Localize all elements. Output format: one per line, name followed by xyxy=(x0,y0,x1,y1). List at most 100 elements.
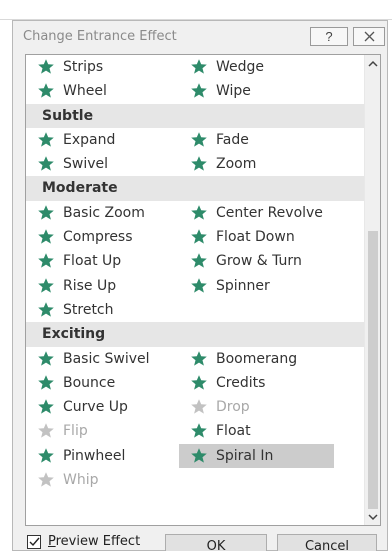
effect-item: Drop xyxy=(179,395,334,419)
effect-label: Grow & Turn xyxy=(216,253,302,270)
effect-label: Spiral In xyxy=(216,447,274,464)
effect-label: Rise Up xyxy=(63,277,117,294)
effect-label: Float Up xyxy=(63,253,122,270)
star-icon xyxy=(38,204,54,220)
effect-label: Wheel xyxy=(63,83,107,100)
effect-label: Spinner xyxy=(216,277,270,294)
star-icon xyxy=(38,253,54,268)
effect-label: Curve Up xyxy=(63,399,128,416)
cancel-button[interactable]: Cancel xyxy=(277,534,377,551)
effect-item[interactable]: Wedge xyxy=(179,55,334,79)
help-button[interactable]: ? xyxy=(310,27,348,46)
star-icon xyxy=(38,132,54,147)
effect-item[interactable]: Bounce xyxy=(34,371,184,395)
effect-label: Stretch xyxy=(63,301,114,318)
effect-row: Basic Swivel Boomerang xyxy=(26,347,365,371)
change-entrance-effect-dialog: Change Entrance Effect ? Strips Wedge Whee… xyxy=(12,20,388,551)
effect-label: Bounce xyxy=(63,374,116,391)
effect-row: Rise Up Spinner xyxy=(26,274,365,298)
effect-item[interactable]: Basic Zoom xyxy=(34,201,184,225)
star-icon xyxy=(38,302,54,317)
star-icon xyxy=(38,375,54,390)
effect-item[interactable]: Swivel xyxy=(34,152,184,176)
star-icon xyxy=(38,59,54,74)
effect-label: Fade xyxy=(216,131,249,148)
effect-item[interactable]: Compress xyxy=(34,225,184,249)
effect-item[interactable]: Wheel xyxy=(34,79,184,103)
star-icon xyxy=(38,229,54,244)
effect-item[interactable]: Strips xyxy=(34,55,184,79)
effect-item[interactable]: Center Revolve xyxy=(179,201,334,225)
effect-row: Bounce Credits xyxy=(26,371,365,395)
check-icon xyxy=(29,537,40,546)
preview-effect-option[interactable]: Preview Effect xyxy=(27,534,140,549)
effect-label: Flip xyxy=(63,423,88,440)
effect-item[interactable]: Curve Up xyxy=(34,395,184,419)
title-bar: Change Entrance Effect ? xyxy=(13,21,387,53)
effect-item[interactable]: Wipe xyxy=(179,79,334,103)
star-icon xyxy=(38,423,54,439)
dialog-title: Change Entrance Effect xyxy=(23,29,177,44)
effect-label: Expand xyxy=(63,131,116,148)
effect-label: Wedge xyxy=(216,59,265,75)
effect-label: Wipe xyxy=(216,83,251,100)
effect-row: Curve Up Drop xyxy=(26,395,365,419)
scroll-down-button[interactable] xyxy=(365,509,380,525)
effect-item[interactable]: Spiral In xyxy=(179,443,334,468)
star-icon xyxy=(191,399,207,414)
preview-effect-checkbox[interactable] xyxy=(27,534,41,549)
effect-row: Swivel Zoom xyxy=(26,152,365,176)
effect-item: Whip xyxy=(34,468,184,492)
effect-item[interactable]: Fade xyxy=(179,128,334,152)
effect-item[interactable]: Rise Up xyxy=(34,274,184,298)
star-icon xyxy=(191,375,207,390)
effect-item[interactable]: Float Down xyxy=(179,225,334,249)
group-header: Exciting xyxy=(26,322,365,347)
star-icon xyxy=(38,83,54,98)
effect-row: Wheel Wipe xyxy=(26,79,365,103)
scroll-up-button[interactable] xyxy=(365,55,380,71)
effect-row: Float Up Grow & Turn xyxy=(26,249,365,273)
effect-item[interactable]: Expand xyxy=(34,128,184,152)
effect-item[interactable]: Pinwheel xyxy=(34,444,184,468)
effect-item: Flip xyxy=(34,419,184,443)
star-icon xyxy=(38,447,54,463)
star-icon xyxy=(191,204,207,220)
effect-item[interactable]: Boomerang xyxy=(179,347,334,371)
effect-row: Stretch xyxy=(26,298,365,322)
question-icon: ? xyxy=(325,29,333,44)
effect-item[interactable]: Spinner xyxy=(179,274,334,298)
star-icon xyxy=(191,277,207,293)
effect-list[interactable]: Strips Wedge Wheel Wipe Subtle Expand Fade Swiv… xyxy=(25,54,381,526)
chevron-down-icon xyxy=(368,513,378,520)
effect-item[interactable]: Float xyxy=(179,419,334,443)
effect-label: Swivel xyxy=(63,156,109,173)
effect-label: Compress xyxy=(63,229,133,246)
effect-row: Basic Zoom Center Revolve xyxy=(26,201,365,225)
effect-item[interactable]: Float Up xyxy=(34,249,184,273)
effect-label: Basic Swivel xyxy=(63,350,150,367)
star-icon xyxy=(191,350,207,366)
scroll-thumb[interactable] xyxy=(368,231,378,509)
close-button[interactable] xyxy=(353,27,385,46)
star-icon xyxy=(38,350,54,366)
effect-label: Pinwheel xyxy=(63,447,126,464)
effect-item[interactable]: Grow & Turn xyxy=(179,249,334,273)
effect-item[interactable]: Stretch xyxy=(34,298,184,322)
vertical-scrollbar[interactable] xyxy=(364,55,380,525)
star-icon xyxy=(38,472,54,487)
star-icon xyxy=(191,253,207,268)
ok-button[interactable]: OK xyxy=(165,534,267,551)
effect-label: Drop xyxy=(216,399,250,416)
effect-row: Strips Wedge xyxy=(26,55,365,79)
effect-item[interactable]: Credits xyxy=(179,371,334,395)
effect-label: Float Down xyxy=(216,229,295,246)
background-strip xyxy=(0,0,392,20)
star-icon xyxy=(191,83,207,98)
star-icon xyxy=(191,132,207,147)
effect-item[interactable]: Zoom xyxy=(179,152,334,176)
star-icon xyxy=(38,156,54,171)
effect-item[interactable]: Basic Swivel xyxy=(34,347,184,371)
star-icon xyxy=(191,229,207,244)
effect-label: Whip xyxy=(63,472,99,489)
